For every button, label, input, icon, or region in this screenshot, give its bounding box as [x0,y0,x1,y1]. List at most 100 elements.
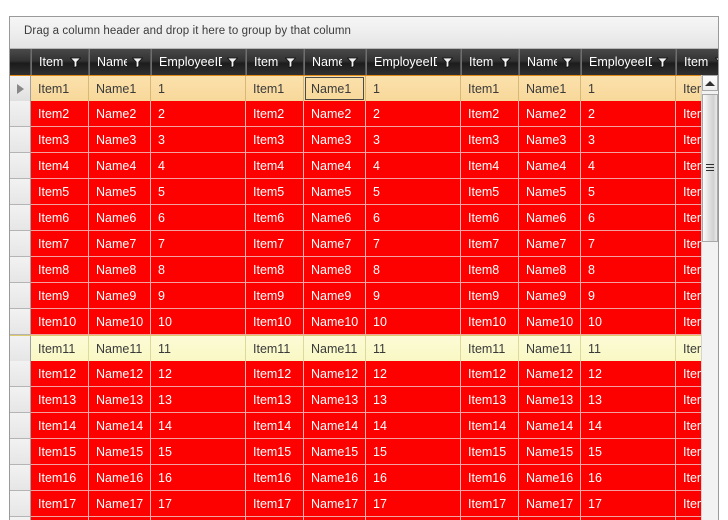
table-cell[interactable]: 8 [151,257,246,283]
table-cell[interactable]: 14 [581,413,676,439]
table-cell[interactable]: Name1 [304,76,366,102]
table-cell[interactable]: Item9 [246,283,304,309]
table-cell[interactable]: Item11 [31,336,89,362]
table-cell[interactable]: Item7 [31,231,89,257]
table-cell[interactable]: Item14 [461,413,519,439]
table-cell[interactable]: Item7 [461,231,519,257]
table-cell[interactable]: 10 [151,309,246,335]
table-cell[interactable]: Name2 [304,101,366,127]
column-header-employeeid-2[interactable]: EmployeeID [151,49,246,75]
table-cell[interactable]: Item14 [31,413,89,439]
table-cell[interactable]: Name9 [89,283,151,309]
table-cell[interactable]: 3 [151,127,246,153]
table-cell[interactable]: Item16 [31,465,89,491]
table-cell[interactable]: 8 [581,257,676,283]
table-cell[interactable]: Item16 [246,465,304,491]
table-cell[interactable]: Item16 [461,465,519,491]
table-cell[interactable]: Item2 [246,101,304,127]
table-cell[interactable]: Item12 [461,361,519,387]
table-cell[interactable]: Name8 [519,257,581,283]
table-cell[interactable]: Item9 [461,283,519,309]
table-cell[interactable]: Item12 [31,361,89,387]
column-header-item-9[interactable]: Item [676,49,718,75]
table-cell[interactable]: Item14 [246,413,304,439]
row-indicator-cell[interactable] [10,387,31,413]
table-cell[interactable]: 1 [581,76,676,102]
column-header-name-1[interactable]: Name [89,49,151,75]
scroll-up-button[interactable] [702,75,718,91]
table-cell[interactable]: Item11 [246,336,304,362]
table-cell[interactable]: 11 [151,336,246,362]
table-cell[interactable]: 12 [366,361,461,387]
column-header-name-7[interactable]: Name [519,49,581,75]
table-cell[interactable]: Name2 [519,101,581,127]
table-cell[interactable]: 17 [366,491,461,517]
table-cell[interactable]: Name15 [519,439,581,465]
table-cell[interactable]: Name3 [519,127,581,153]
table-cell[interactable]: Name1 [519,76,581,102]
table-cell[interactable]: Item7 [246,231,304,257]
table-cell[interactable]: 17 [151,491,246,517]
table-cell[interactable]: Item15 [31,439,89,465]
table-cell[interactable]: Item6 [461,205,519,231]
group-by-panel[interactable]: Drag a column header and drop it here to… [10,17,718,49]
table-cell[interactable]: Name16 [89,465,151,491]
table-cell[interactable]: Item4 [246,153,304,179]
table-cell[interactable]: Name17 [304,491,366,517]
table-cell[interactable]: Name13 [89,387,151,413]
table-cell[interactable]: Name4 [89,153,151,179]
table-cell[interactable]: Name14 [519,413,581,439]
table-cell[interactable]: 3 [366,127,461,153]
table-cell[interactable]: Name6 [89,205,151,231]
table-cell[interactable]: 6 [151,205,246,231]
table-cell[interactable]: Name12 [519,361,581,387]
table-cell[interactable]: 4 [581,153,676,179]
table-cell[interactable]: Name5 [519,179,581,205]
filter-funnel-icon[interactable] [441,57,454,68]
table-cell[interactable]: Name13 [519,387,581,413]
table-cell[interactable]: 5 [366,179,461,205]
table-cell[interactable]: 2 [366,101,461,127]
table-cell[interactable]: Name10 [89,309,151,335]
table-cell[interactable]: Item2 [31,101,89,127]
table-row[interactable]: Item9 Name9 9 Item9 Name9 9 Item9 Name9 9 Item9 [10,283,718,309]
table-cell[interactable]: 5 [581,179,676,205]
table-row[interactable]: Item3 Name3 3 Item3 Name3 3 Item3 Name3 3 Item3 [10,127,718,153]
table-cell[interactable]: Item1 [31,76,89,102]
table-cell[interactable]: Name5 [304,179,366,205]
table-row[interactable]: Item15 Name15 15 Item15 Name15 15 Item15 Name15… [10,439,718,465]
table-cell[interactable]: 1 [366,76,461,102]
table-cell[interactable]: 6 [366,205,461,231]
column-header-item-6[interactable]: Item [461,49,519,75]
table-cell[interactable]: 6 [581,205,676,231]
row-indicator-cell[interactable] [10,127,31,153]
table-row[interactable]: Item1 Name1 1 Item1 Name1 1 Item1 Name1 1 Item1 [10,75,718,102]
table-cell[interactable]: Name11 [89,336,151,362]
table-cell[interactable]: Name2 [89,101,151,127]
table-cell[interactable]: Item8 [461,257,519,283]
table-row[interactable]: Item13 Name13 13 Item13 Name13 13 Item13 Name13… [10,387,718,413]
row-indicator-cell[interactable] [10,205,31,231]
row-indicator-cell[interactable] [10,283,31,309]
table-cell[interactable]: 1 [151,76,246,102]
table-cell[interactable]: Name14 [89,413,151,439]
table-cell[interactable]: Name9 [304,283,366,309]
table-cell[interactable]: Item13 [31,387,89,413]
filter-funnel-icon[interactable] [656,57,669,68]
table-cell[interactable]: Name17 [89,491,151,517]
table-cell[interactable]: Item10 [31,309,89,335]
row-indicator-cell[interactable] [10,153,31,179]
vertical-scrollbar-track[interactable] [702,91,718,520]
table-cell[interactable]: 3 [581,127,676,153]
row-indicator-cell[interactable] [10,257,31,283]
filter-funnel-icon[interactable] [346,57,359,68]
table-cell[interactable]: Name7 [89,231,151,257]
table-cell[interactable]: Name10 [304,309,366,335]
table-cell[interactable]: Item12 [246,361,304,387]
vertical-scrollbar-thumb[interactable] [702,94,718,242]
table-row[interactable]: Item14 Name14 14 Item14 Name14 14 Item14 Name14… [10,413,718,439]
table-cell[interactable]: Item13 [246,387,304,413]
table-cell[interactable]: 14 [366,413,461,439]
table-cell[interactable]: 10 [366,309,461,335]
table-cell[interactable]: Name14 [304,413,366,439]
